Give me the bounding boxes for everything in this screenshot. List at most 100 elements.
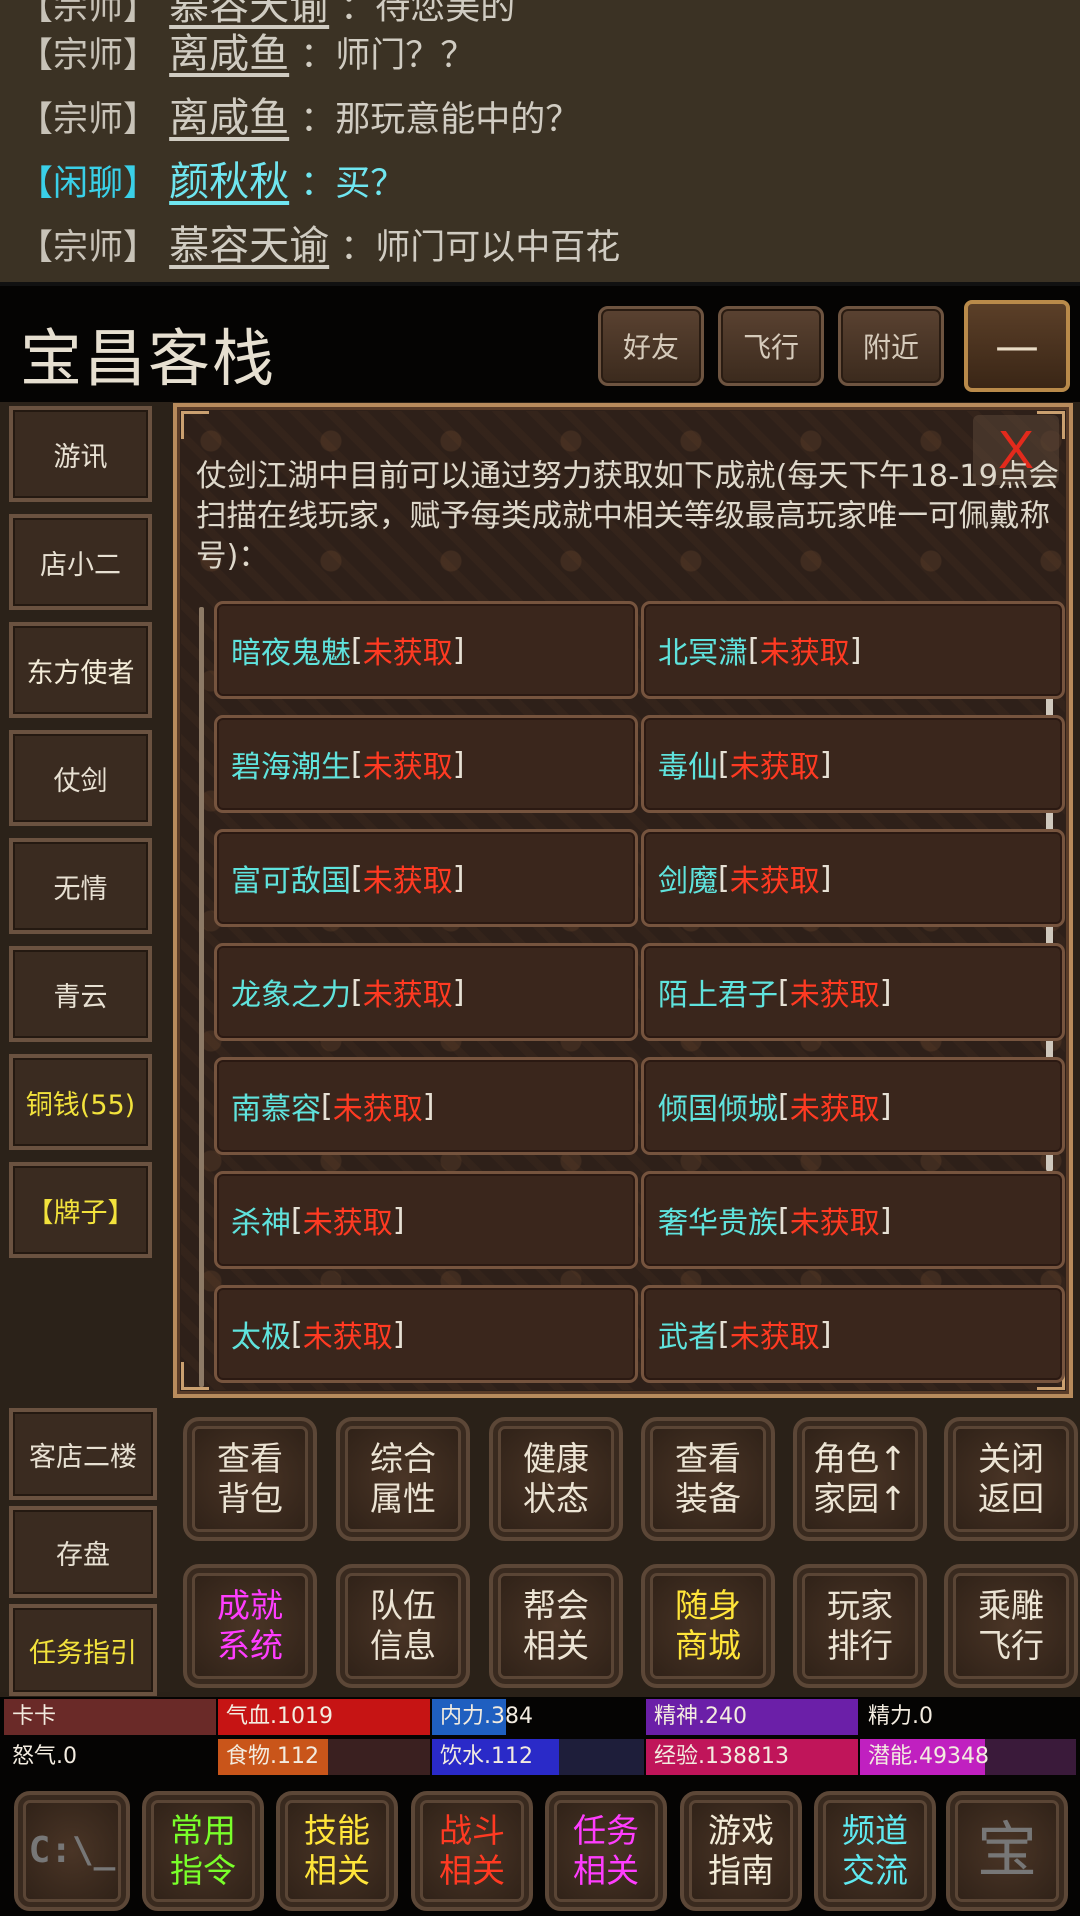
character-home-button[interactable]: 角色↑ 家园↑ — [793, 1417, 927, 1541]
sidebar-item-coins[interactable]: 铜钱(55) — [9, 1054, 152, 1150]
list-left-rail — [199, 607, 204, 1387]
achievement-name: 毒仙 — [658, 750, 718, 785]
achievement-card[interactable]: 北冥潇 [ 未获取 ] — [641, 601, 1065, 699]
close-return-button[interactable]: 关闭 返回 — [944, 1417, 1078, 1541]
guild-button[interactable]: 帮会 相关 — [489, 1564, 623, 1688]
mall-button[interactable]: 随身 商城 — [641, 1564, 775, 1688]
view-equipment-button[interactable]: 查看 装备 — [641, 1417, 775, 1541]
achievement-name: 碧海潮生 — [231, 750, 351, 785]
sidebar-item-inn-upstairs[interactable]: 客店二楼 — [9, 1408, 157, 1500]
achievement-card[interactable]: 暗夜鬼魅 [ 未获取 ] — [214, 601, 638, 699]
achievement-system-button[interactable]: 成就 系统 — [183, 1564, 317, 1688]
eagle-flight-button[interactable]: 乘雕 飞行 — [944, 1564, 1078, 1688]
achievement-card[interactable]: 太极 [ 未获取 ] — [214, 1285, 638, 1383]
bracket: [ — [351, 632, 363, 668]
button-label: 频道 交流 — [842, 1811, 908, 1890]
team-info-button[interactable]: 队伍 信息 — [336, 1564, 470, 1688]
button-label: 战斗 相关 — [439, 1811, 505, 1890]
achievement-name: 富可敌国 — [231, 864, 351, 899]
achievement-card[interactable]: 龙象之力 [ 未获取 ] — [214, 943, 638, 1041]
rankings-button[interactable]: 玩家 排行 — [793, 1564, 927, 1688]
energy-bar: 精力.0 — [868, 1704, 933, 1729]
achievement-status: 未获取 — [789, 1092, 880, 1127]
npc-sidebar: 游讯 店小二 东方使者 仗剑 无情 青云 铜钱(55) 【牌子】 客店二楼 存盘… — [0, 402, 170, 1696]
button-label: 查看 背包 — [217, 1439, 283, 1518]
bracket: ] — [452, 632, 465, 668]
sidebar-item-save[interactable]: 存盘 — [9, 1506, 157, 1598]
achievement-name: 龙象之力 — [231, 978, 351, 1013]
achievement-card[interactable]: 倾国倾城 [ 未获取 ] — [641, 1057, 1065, 1155]
achievement-card[interactable]: 南慕容 [ 未获取 ] — [214, 1057, 638, 1155]
chat-player-name[interactable]: 离咸鱼 — [169, 31, 289, 77]
quests-button[interactable]: 任务 相关 — [545, 1791, 667, 1911]
corner-ornament — [181, 411, 209, 439]
sidebar-item-zhangjian[interactable]: 仗剑 — [9, 730, 152, 826]
sidebar-item-youxun[interactable]: 游讯 — [9, 406, 152, 502]
corner-ornament — [181, 1362, 209, 1390]
potential-bar: 潜能.49348 — [860, 1739, 1076, 1775]
achievement-status: 未获取 — [362, 978, 453, 1013]
achievement-name: 北冥潇 — [658, 636, 748, 671]
achievement-card[interactable]: 奢华贵族 [ 未获取 ] — [641, 1171, 1065, 1269]
bracket: [ — [351, 860, 363, 896]
chat-player-name[interactable]: 慕容天谕 — [169, 223, 329, 269]
minimize-button[interactable]: — — [964, 300, 1070, 392]
sidebar-item-token[interactable]: 【牌子】 — [9, 1162, 152, 1258]
achievement-panel: X 仗剑江湖中目前可以通过努力获取如下成就(每天下午18-19点会扫描在线玩家，… — [173, 403, 1073, 1398]
bracket: ] — [392, 1202, 405, 1238]
fly-button[interactable]: 飞行 — [718, 306, 824, 386]
bracket: [ — [351, 974, 363, 1010]
achievement-status: 未获取 — [729, 750, 820, 785]
chat-player-name[interactable]: 离咸鱼 — [169, 95, 289, 141]
health-status-button[interactable]: 健康 状态 — [489, 1417, 623, 1541]
chat-channel: 【宗师】 — [18, 100, 159, 140]
achievement-name: 倾国倾城 — [658, 1092, 778, 1127]
achievement-name: 奢华贵族 — [658, 1206, 778, 1241]
achievement-card[interactable]: 杀神 [ 未获取 ] — [214, 1171, 638, 1269]
nearby-button[interactable]: 附近 — [838, 306, 944, 386]
sidebar-item-qingyun[interactable]: 青云 — [9, 946, 152, 1042]
button-label: 玩家 排行 — [827, 1586, 893, 1665]
chat-line: 【闲聊】 颜秋秋 ：买？ — [18, 152, 405, 212]
bracket: ] — [819, 1316, 832, 1352]
bracket: ] — [879, 1088, 892, 1124]
chat-channel: 【宗师】 — [18, 36, 159, 76]
sidebar-item-wuqing[interactable]: 无情 — [9, 838, 152, 934]
sidebar-item-quest-guide[interactable]: 任务指引 — [9, 1604, 157, 1696]
view-bag-button[interactable]: 查看 背包 — [183, 1417, 317, 1541]
channel-chat-button[interactable]: 频道 交流 — [814, 1791, 936, 1911]
sidebar-item-eastern-envoy[interactable]: 东方使者 — [9, 622, 152, 718]
friends-button[interactable]: 好友 — [598, 306, 704, 386]
achievement-card[interactable]: 武者 [ 未获取 ] — [641, 1285, 1065, 1383]
achievement-card[interactable]: 剑魔 [ 未获取 ] — [641, 829, 1065, 927]
button-label: 健康 状态 — [523, 1439, 589, 1518]
achievement-card[interactable]: 毒仙 [ 未获取 ] — [641, 715, 1065, 813]
chat-channel: 【宗师】 — [18, 228, 159, 268]
bracket: [ — [778, 1202, 790, 1238]
button-label: 常用 指令 — [170, 1811, 236, 1890]
bracket: ] — [452, 860, 465, 896]
achievement-status: 未获取 — [729, 864, 820, 899]
chat-panel[interactable]: 【宗师】 慕容天谕 ：待您美的 【宗师】 离咸鱼 ：师门？？ 【宗师】 离咸鱼 … — [0, 0, 1080, 282]
achievement-card[interactable]: 富可敌国 [ 未获取 ] — [214, 829, 638, 927]
sidebar-item-waiter[interactable]: 店小二 — [9, 514, 152, 610]
common-commands-button[interactable]: 常用 指令 — [142, 1791, 264, 1911]
bracket: [ — [778, 974, 790, 1010]
treasure-icon[interactable]: 宝 — [946, 1791, 1068, 1911]
achievement-status: 未获取 — [789, 978, 880, 1013]
location-title: 宝昌客栈 — [20, 322, 277, 395]
achievement-card[interactable]: 陌上君子 [ 未获取 ] — [641, 943, 1065, 1041]
combat-button[interactable]: 战斗 相关 — [411, 1791, 533, 1911]
achievement-card[interactable]: 碧海潮生 [ 未获取 ] — [214, 715, 638, 813]
chat-player-name[interactable]: 颜秋秋 — [169, 159, 289, 205]
game-guide-button[interactable]: 游戏 指南 — [680, 1791, 802, 1911]
skills-button[interactable]: 技能 相关 — [276, 1791, 398, 1911]
bracket: [ — [778, 1088, 790, 1124]
bracket: [ — [748, 632, 760, 668]
chat-line: 【宗师】 离咸鱼 ：师门？？ — [18, 24, 475, 84]
achievement-status: 未获取 — [729, 1320, 820, 1355]
console-icon[interactable]: C:\_ — [14, 1791, 130, 1911]
attributes-button[interactable]: 综合 属性 — [336, 1417, 470, 1541]
achievement-name: 武者 — [658, 1320, 718, 1355]
button-label: 成就 系统 — [217, 1586, 283, 1665]
